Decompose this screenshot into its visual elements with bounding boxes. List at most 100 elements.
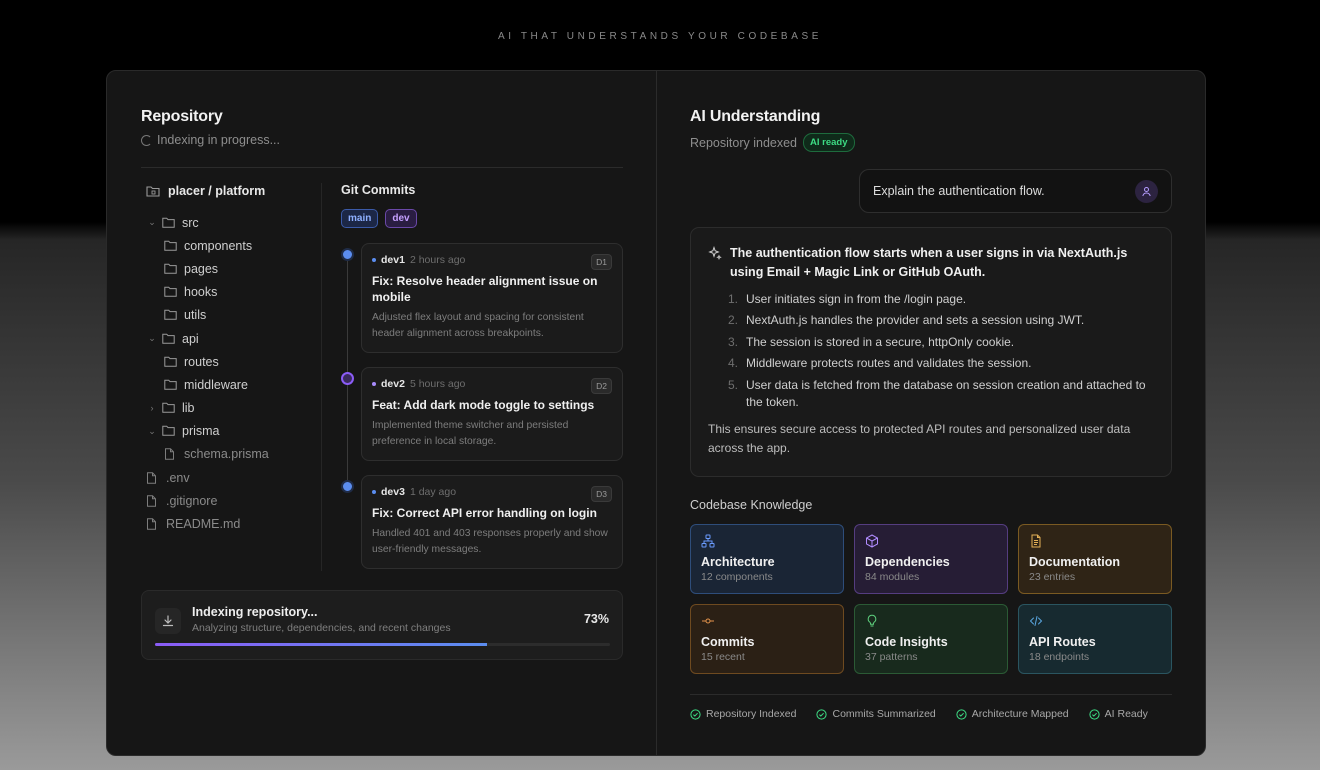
knowledge-tile-architecture[interactable]: Architecture 12 components [690,524,844,594]
status-check-label: Architecture Mapped [971,708,1069,720]
answer-step: 4. Middleware protects routes and validat… [728,355,1154,372]
knowledge-count: 23 entries [1029,571,1076,583]
branch-dev[interactable]: dev [385,209,417,228]
step-number: 3. [728,334,739,349]
folder-icon [164,309,178,321]
commit-message: Feat: Add dark mode toggle to settings [372,398,595,412]
indexing-status: Indexing in progress... [141,133,280,147]
tree-item-label: lib [182,401,195,416]
file-icon [146,495,160,507]
repo-root[interactable]: placer / platform [146,181,316,201]
step-number: 5. [728,377,739,392]
commit-time: 2 hours ago [409,254,466,266]
tree-folder-components[interactable]: components [146,234,316,257]
commit-author: dev2 [381,378,405,390]
status-check: Commits Summarized [816,708,936,720]
ai-answer: The authentication flow starts when a us… [690,227,1172,477]
branch-tags: main dev [341,209,623,228]
tree-item-label: api [182,331,199,346]
step-text: User data is fetched from the database o… [746,377,1146,409]
answer-step: 3. The session is stored in a secure, htt… [728,334,1154,351]
tree-folder-routes[interactable]: routes [146,350,316,373]
file-icon [146,518,160,530]
folder-icon [162,425,176,437]
step-text: NextAuth.js handles the provider and set… [746,313,1085,328]
commit-message: Fix: Resolve header alignment issue on m… [372,274,598,304]
knowledge-grid: Architecture 12 components Dependencies 84 … [690,524,1172,674]
check-circle-icon [690,708,701,720]
tree-item-label: .gitignore [166,493,218,508]
answer-step: 2. NextAuth.js handles the provider and s… [728,312,1154,329]
knowledge-name: Documentation [1029,555,1120,569]
answer-lead: The authentication flow starts when a us… [708,244,1154,282]
knowledge-title: Codebase Knowledge [690,498,813,512]
tree-folder-api[interactable]: ⌄ api [146,327,316,350]
lightbulb-icon [865,614,879,628]
tree-item-label: utils [184,308,207,323]
tree-folder-lib[interactable]: › lib [146,397,316,420]
commit-badge: D3 [591,486,612,502]
tree-file-schema-prisma[interactable]: schema.prisma [146,443,316,466]
commit-time: 1 day ago [409,486,457,498]
document-icon [1029,534,1043,548]
check-circle-icon [956,708,967,720]
knowledge-name: Dependencies [865,555,950,569]
status-check-label: Commits Summarized [832,708,936,720]
knowledge-count: 15 recent [701,651,745,663]
progress-subtitle: Analyzing structure, dependencies, and r… [192,622,451,634]
step-text: User initiates sign in from the /login p… [746,292,967,306]
knowledge-tile-dependencies[interactable]: Dependencies 84 modules [854,524,1008,594]
timeline-node [341,480,354,493]
file-icon [146,471,160,484]
folder-icon [162,333,176,345]
progress-bar [155,643,610,646]
commit-meta: dev2 5 hours ago [372,378,612,390]
commit-card[interactable]: dev2 5 hours ago D2 Feat: Add dark mode tog… [361,367,623,461]
tree-folder-src[interactable]: ⌄ src [146,211,316,234]
indexing-progress-card: Indexing repository... Analyzing structu… [141,590,623,660]
author-dot [372,490,376,494]
ai-panel: AI Understanding Repository indexed AI r… [690,71,1172,755]
tree-item-label: .env [166,470,190,485]
tree-file-gitignore[interactable]: .gitignore [146,489,316,512]
divider [690,694,1172,695]
user-query[interactable]: Explain the authentication flow. [859,169,1172,213]
commit-card[interactable]: dev3 1 day ago D3 Fix: Correct API error ha… [361,475,623,569]
branch-main[interactable]: main [341,209,379,228]
tree-folder-hooks[interactable]: hooks [146,281,316,304]
divider [141,167,623,168]
repo-folder-icon [146,186,160,197]
knowledge-count: 37 patterns [865,651,918,663]
answer-lead-text: The authentication flow starts when a us… [730,246,1128,279]
knowledge-count: 12 components [701,571,773,583]
knowledge-tile-documentation[interactable]: Documentation 23 entries [1018,524,1172,594]
commit-message: Fix: Correct API error handling on login [372,506,597,520]
step-text: The session is stored in a secure, httpO… [746,334,1015,349]
tree-folder-utils[interactable]: utils [146,304,316,327]
ai-title: AI Understanding [690,108,821,125]
knowledge-count: 84 modules [865,571,920,583]
folder-icon [162,217,176,229]
knowledge-name: Code Insights [865,635,948,649]
tree-file-env[interactable]: .env [146,466,316,489]
code-icon [1029,614,1043,628]
tree-file-readme-md[interactable]: README.md [146,512,316,535]
chevron-right-icon: › [150,403,154,414]
commit-author: dev3 [381,486,405,498]
knowledge-tile-api-routes[interactable]: API Routes 18 endpoints [1018,604,1172,674]
repository-panel: Repository Indexing in progress... place… [141,71,623,755]
commit-badge: D1 [591,254,612,270]
knowledge-tile-code-insights[interactable]: Code Insights 37 patterns [854,604,1008,674]
timeline-node [341,248,354,261]
tree-folder-prisma[interactable]: ⌄ prisma [146,420,316,443]
ai-status-text: Repository indexed [690,135,798,150]
repo-root-label: placer / platform [168,184,266,198]
commit-card[interactable]: dev1 2 hours ago D1 Fix: Resolve header ali… [361,243,623,353]
knowledge-tile-commits[interactable]: Commits 15 recent [690,604,844,674]
tree-folder-middleware[interactable]: middleware [146,373,316,396]
tree-item-label: components [184,238,253,253]
answer-step: 5. User data is fetched from the database… [728,377,1154,411]
step-number: 2. [728,313,739,328]
author-dot [372,258,376,262]
tree-folder-pages[interactable]: pages [146,257,316,280]
